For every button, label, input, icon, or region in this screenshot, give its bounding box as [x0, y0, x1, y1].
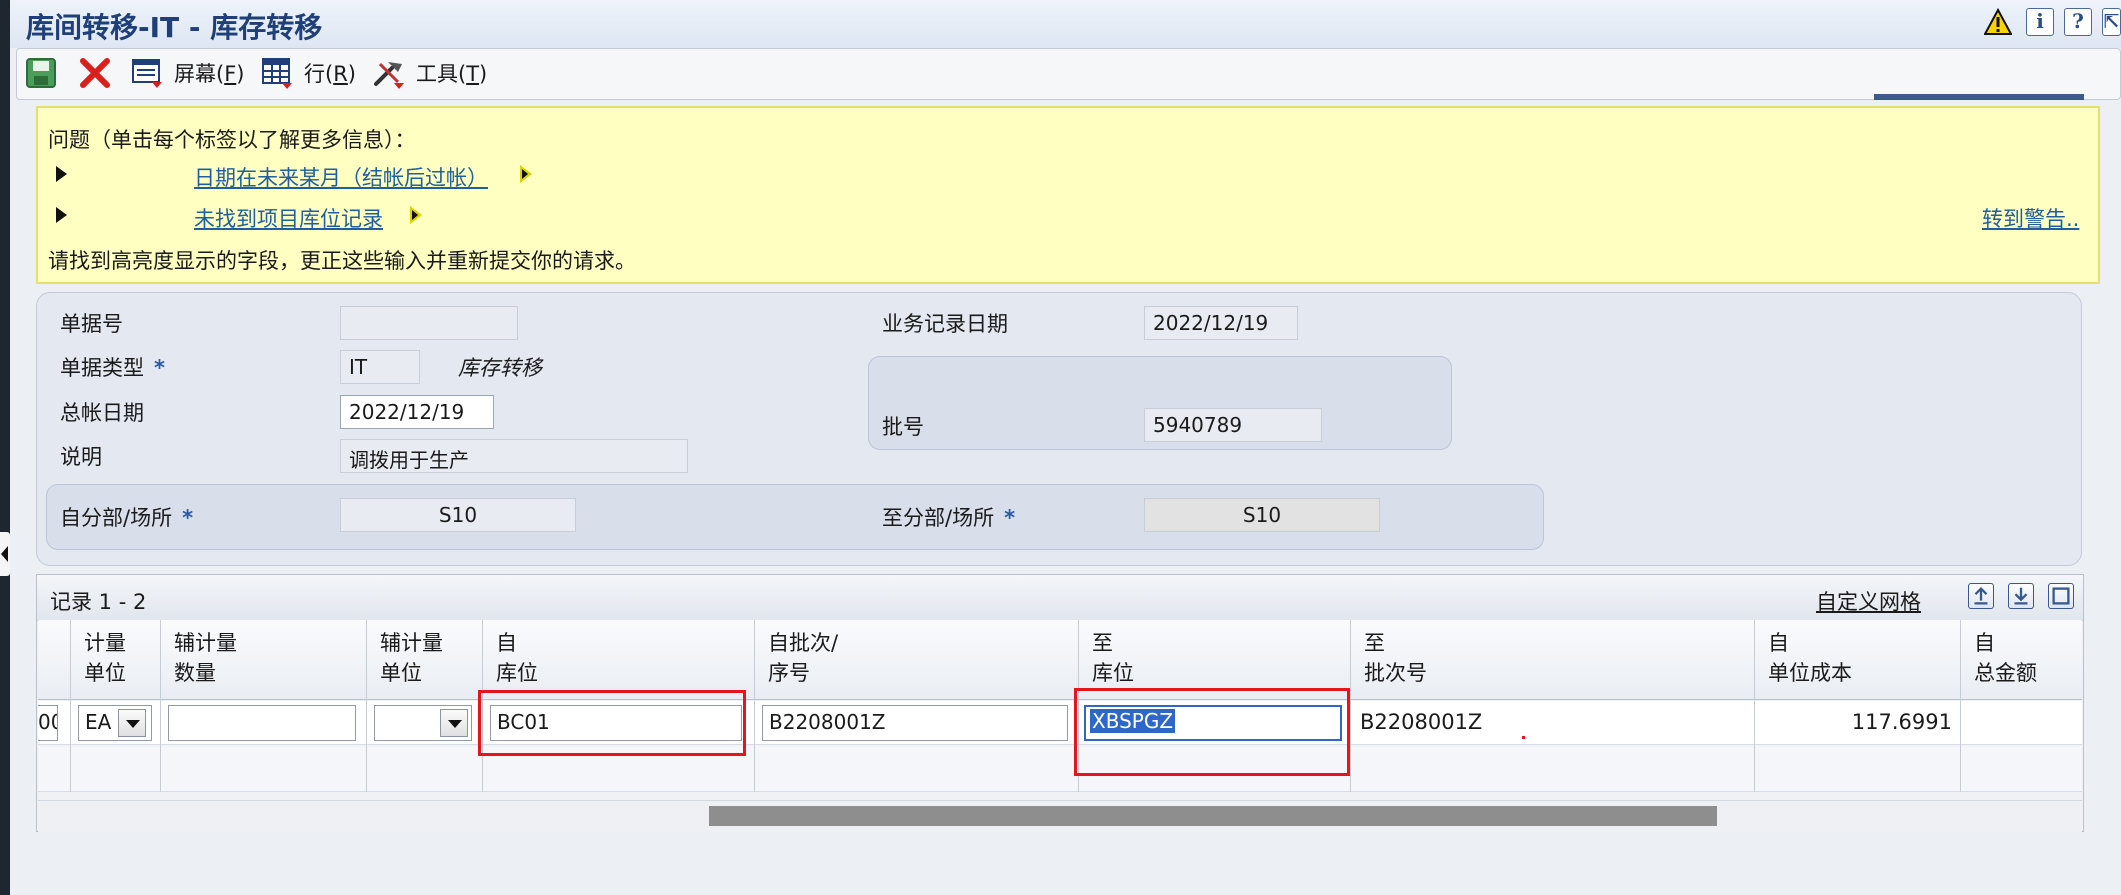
scrollbar-thumb[interactable] [709, 806, 1717, 826]
warning-icon[interactable] [1984, 8, 2012, 36]
maximize-icon[interactable]: ⇱ [2102, 8, 2121, 36]
doc-type-field[interactable]: IT [340, 350, 420, 384]
batch-field[interactable]: 5940789 [1144, 408, 1322, 442]
from-branch-field[interactable]: S10 [340, 498, 576, 532]
doc-no-label: 单据号 [60, 312, 123, 336]
to-location-highlight [1074, 688, 1350, 776]
error-footer: 请找到高亮度显示的字段，更正这些输入并重新提交你的请求。 [48, 249, 636, 273]
grid-header-bar [37, 575, 2083, 621]
col-divider [1960, 620, 1961, 792]
window-left-edge [0, 0, 10, 895]
customize-grid-link[interactable]: 自定义网格 [1816, 586, 1921, 616]
col-divider [754, 620, 755, 792]
error-2-detail-icon[interactable] [410, 206, 422, 224]
from-location-highlight [478, 690, 746, 756]
doc-type-description: 库存转移 [458, 356, 542, 380]
unit-cost-value[interactable]: 117.6991 [1754, 710, 1952, 734]
col-header-total[interactable]: 自总金额 [1974, 628, 2037, 688]
trans-date-label: 业务记录日期 [882, 312, 1008, 336]
doc-no-field[interactable] [340, 306, 518, 340]
expand-error-2-icon[interactable] [56, 207, 67, 223]
expand-error-1-icon[interactable] [56, 166, 67, 182]
tools-menu[interactable]: 工具(T) [416, 58, 487, 88]
error-header: 问题（单击每个标签以了解更多信息）： [48, 128, 416, 152]
to-lot-value[interactable]: B2208001Z [1360, 710, 1482, 734]
to-branch-label: 至分部/场所 * [882, 506, 1016, 530]
chevron-down-icon[interactable] [118, 709, 146, 737]
help-icon[interactable]: ? [2064, 8, 2092, 36]
maximize-grid-icon[interactable] [2048, 583, 2074, 609]
record-count: 记录 1 - 2 [50, 590, 147, 614]
col-header-from-location[interactable]: 自库位 [496, 628, 538, 688]
row-icon[interactable] [260, 56, 294, 90]
batch-label: 批号 [882, 415, 924, 439]
trans-date-field[interactable]: 2022/12/19 [1144, 306, 1298, 340]
table-row[interactable] [38, 746, 2082, 792]
export-icon[interactable] [1968, 583, 1994, 609]
col-divider [1754, 620, 1755, 792]
col-header-to-location[interactable]: 至库位 [1092, 628, 1134, 688]
tools-icon[interactable] [372, 56, 406, 90]
gl-date-label: 总帐日期 [60, 401, 144, 425]
save-icon[interactable] [24, 56, 58, 90]
goto-warning-link[interactable]: 转到警告.. [1982, 203, 2079, 233]
import-icon[interactable] [2008, 583, 2034, 609]
title-bar [10, 0, 2121, 48]
to-branch-field[interactable]: S10 [1144, 498, 1380, 532]
row-menu[interactable]: 行(R) [304, 58, 356, 88]
qty-cell[interactable]: 00 [38, 705, 58, 741]
chevron-down-icon[interactable] [440, 709, 468, 737]
clipped-header-fragment [1874, 94, 2084, 106]
screen-icon[interactable] [130, 56, 164, 90]
error-link-location[interactable]: 未找到项目库位记录 [194, 203, 383, 233]
from-lot-input[interactable]: B2208001Z [762, 705, 1068, 741]
col-header-from-lot[interactable]: 自批次/序号 [768, 628, 838, 688]
error-link-date[interactable]: 日期在未来某月（结帐后过帐） [194, 162, 488, 192]
col-header-uom[interactable]: 计量 单位 [84, 628, 126, 688]
error-1-detail-icon[interactable] [520, 165, 532, 183]
col-header-unit-cost[interactable]: 自单位成本 [1768, 628, 1852, 688]
description-field[interactable]: 调拨用于生产 [340, 439, 688, 473]
marker-dot [1522, 736, 1525, 739]
col-header-sec-uom[interactable]: 辅计量 单位 [380, 628, 443, 688]
close-icon[interactable] [78, 56, 112, 90]
gl-date-field[interactable]: 2022/12/19 [340, 395, 494, 429]
sec-qty-input[interactable] [168, 705, 356, 741]
col-header-to-lot[interactable]: 至批次号 [1364, 628, 1427, 688]
col-divider [1350, 620, 1351, 792]
collapse-left-tab[interactable] [0, 532, 10, 576]
col-divider [366, 620, 367, 792]
from-branch-label: 自分部/场所 * [60, 506, 194, 530]
col-divider [160, 620, 161, 792]
screen-menu[interactable]: 屏幕(F) [174, 58, 245, 88]
window-title: 库间转移-IT - 库存转移 [26, 11, 323, 44]
info-icon[interactable]: i [2026, 8, 2054, 36]
doc-type-label: 单据类型 * [60, 356, 165, 380]
col-header-sec-qty[interactable]: 辅计量 数量 [174, 628, 237, 688]
description-label: 说明 [60, 445, 102, 469]
col-divider [70, 620, 71, 792]
